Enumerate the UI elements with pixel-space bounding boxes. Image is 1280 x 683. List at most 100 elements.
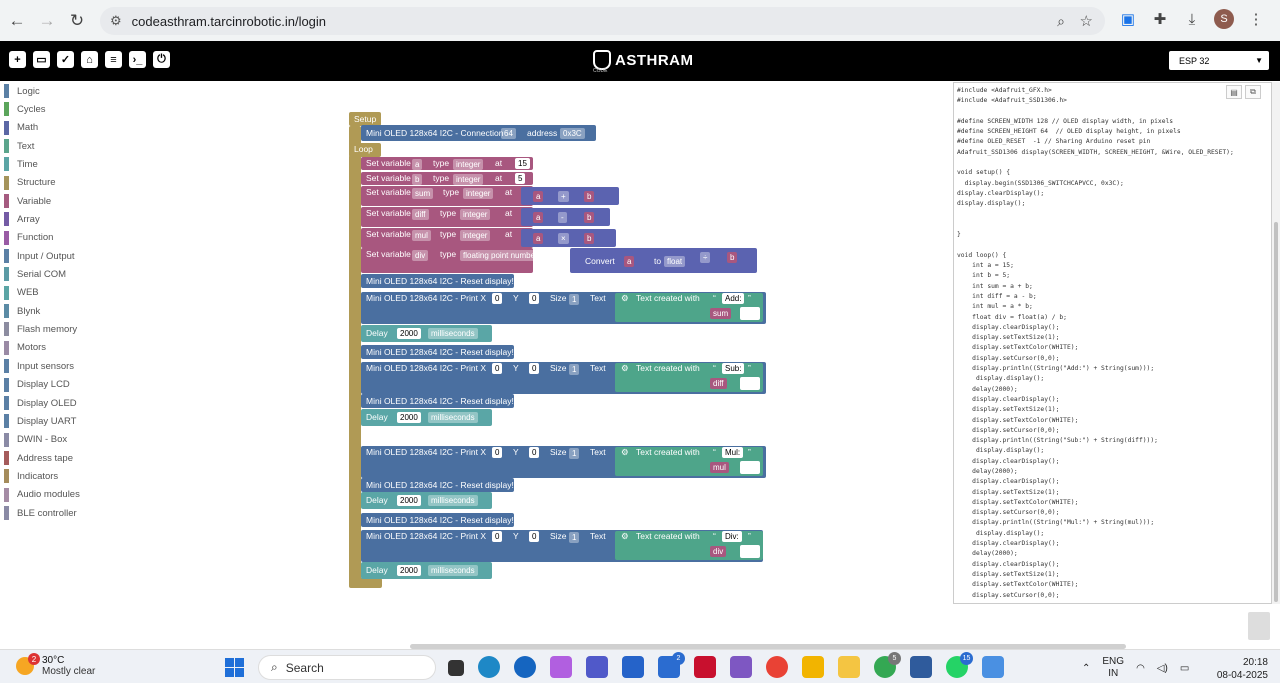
home-icon[interactable]: ⌂ (81, 51, 98, 68)
toolbox-category[interactable]: Array (0, 210, 110, 228)
variable-type-select[interactable]: integer (453, 174, 484, 185)
toolbox-category[interactable]: Input sensors (0, 357, 110, 375)
battery-icon[interactable]: ▭ (1180, 663, 1189, 674)
y-value[interactable]: 0 (529, 293, 540, 304)
save-code-icon[interactable]: ▤ (1226, 85, 1242, 99)
gear-icon[interactable]: ⚙ (621, 531, 629, 542)
variable-type-select[interactable]: floating point number (460, 250, 541, 261)
toolbox-category[interactable]: Text (0, 137, 110, 155)
chrome-icon[interactable] (766, 656, 788, 678)
variable-name-select[interactable]: sum (412, 188, 434, 199)
address-bar[interactable]: ⚙ codeasthram.tarcinrobotic.in/login ⌕ ☆ (100, 7, 1105, 35)
power-icon[interactable]: ⏻ (153, 51, 170, 68)
size-select[interactable]: 1 (569, 532, 580, 543)
edge-icon[interactable] (478, 656, 500, 678)
print-variable[interactable]: mul (710, 462, 729, 473)
store-icon[interactable] (622, 656, 644, 678)
toolbox-category[interactable]: Motors (0, 339, 110, 357)
delay-unit-select[interactable]: milliseconds (428, 495, 478, 506)
open-file-icon[interactable]: ▭ (33, 51, 50, 68)
gear-icon[interactable]: ⚙ (621, 363, 629, 374)
forward-icon[interactable]: → (34, 8, 60, 34)
toolbox-category[interactable]: Flash memory (0, 320, 110, 338)
variable-value[interactable]: 5 (515, 173, 526, 184)
copilot-icon[interactable] (550, 656, 572, 678)
toolbox-category[interactable]: Time (0, 155, 110, 173)
bookmark-star-icon[interactable]: ☆ (1080, 12, 1093, 30)
operator-select[interactable]: ÷ (700, 252, 711, 263)
chrome-profile-icon[interactable]: 5 (874, 652, 901, 678)
todo-icon[interactable]: 2 (658, 652, 685, 678)
verify-icon[interactable]: ✓ (57, 51, 74, 68)
right-operand[interactable]: b (584, 233, 595, 244)
operator-select[interactable]: × (558, 233, 569, 244)
media-icon[interactable] (730, 656, 752, 678)
site-info-icon[interactable]: ⚙ (110, 13, 122, 29)
code-scrollbar[interactable] (1272, 82, 1280, 604)
y-value[interactable]: 0 (529, 363, 540, 374)
volume-icon[interactable]: ◁) (1157, 663, 1168, 674)
toolbox-category[interactable]: Structure (0, 174, 110, 192)
calculator-icon[interactable] (910, 656, 932, 678)
back-icon[interactable]: ← (4, 8, 30, 34)
operator-select[interactable]: + (558, 191, 569, 202)
clock[interactable]: 20:18 08-04-2025 (1212, 656, 1268, 682)
toolbox-category[interactable]: DWIN - Box (0, 431, 110, 449)
toolbox-category[interactable]: Display OLED (0, 394, 110, 412)
toolbox-category[interactable]: Blynk (0, 302, 110, 320)
left-operand[interactable]: a (533, 212, 544, 223)
start-icon[interactable] (225, 658, 244, 677)
delay-unit-select[interactable]: milliseconds (428, 412, 478, 423)
block-workspace[interactable]: Setup Loop Mini OLED 128x64 I2C - Connecti… (110, 82, 953, 647)
mcafee-icon[interactable] (694, 656, 716, 678)
toolbox-category[interactable]: Math (0, 119, 110, 137)
print-variable[interactable]: sum (710, 308, 732, 319)
tab-search-icon[interactable]: ▣ (1118, 9, 1138, 29)
toolbox-category[interactable]: Indicators (0, 467, 110, 485)
operator-select[interactable]: - (558, 212, 567, 223)
right-operand[interactable]: b (584, 212, 595, 223)
teams-icon[interactable] (586, 656, 608, 678)
left-operand[interactable]: a (533, 233, 544, 244)
delay-unit-select[interactable]: milliseconds (428, 565, 478, 576)
variable-name-select[interactable]: div (412, 250, 429, 261)
toolbox-category[interactable]: Address tape (0, 449, 110, 467)
toolbox-category[interactable]: Input / Output (0, 247, 110, 265)
connection-size-select[interactable]: 64 (501, 128, 516, 139)
variable-type-select[interactable]: integer (460, 230, 491, 241)
variable-type-select[interactable]: integer (463, 188, 494, 199)
x-value[interactable]: 0 (492, 531, 503, 542)
convert-type-select[interactable]: float (664, 256, 686, 267)
download-icon[interactable]: ⤓ (1182, 9, 1202, 29)
variable-value[interactable]: 15 (515, 158, 530, 169)
toolbox-category[interactable]: Function (0, 229, 110, 247)
copy-code-icon[interactable]: ⧉ (1245, 85, 1261, 99)
menu-lines-icon[interactable]: ≡ (105, 51, 122, 68)
variable-type-select[interactable]: integer (460, 209, 491, 220)
toolbox-category[interactable]: Variable (0, 192, 110, 210)
print-variable[interactable]: diff (710, 378, 727, 389)
folder-icon[interactable] (838, 656, 860, 678)
toolbox-category[interactable]: WEB (0, 284, 110, 302)
toolbox-category[interactable]: Display LCD (0, 376, 110, 394)
left-operand[interactable]: a (533, 191, 544, 202)
variable-name-select[interactable]: a (412, 159, 423, 170)
profile-avatar[interactable]: S (1214, 9, 1234, 29)
variable-name-select[interactable]: mul (412, 230, 431, 241)
reload-icon[interactable]: ↻ (64, 8, 90, 34)
size-select[interactable]: 1 (569, 448, 580, 459)
zoom-icon[interactable]: ⌕ (1057, 13, 1065, 30)
address-select[interactable]: 0x3C (560, 128, 585, 139)
x-value[interactable]: 0 (492, 447, 503, 458)
terminal-icon[interactable]: ›_ (129, 51, 146, 68)
text-literal[interactable]: Add: (722, 293, 745, 304)
menu-icon[interactable]: ⋮ (1246, 9, 1266, 29)
toolbox-category[interactable]: BLE controller (0, 504, 110, 522)
wifi-icon[interactable]: ◠ (1136, 663, 1145, 674)
toolbox-category[interactable]: Audio modules (0, 486, 110, 504)
whatsapp-icon[interactable]: 15 (946, 652, 973, 678)
delay-value[interactable]: 2000 (397, 495, 421, 506)
link-icon[interactable] (514, 656, 536, 678)
gear-icon[interactable]: ⚙ (621, 447, 629, 458)
delay-value[interactable]: 2000 (397, 328, 421, 339)
